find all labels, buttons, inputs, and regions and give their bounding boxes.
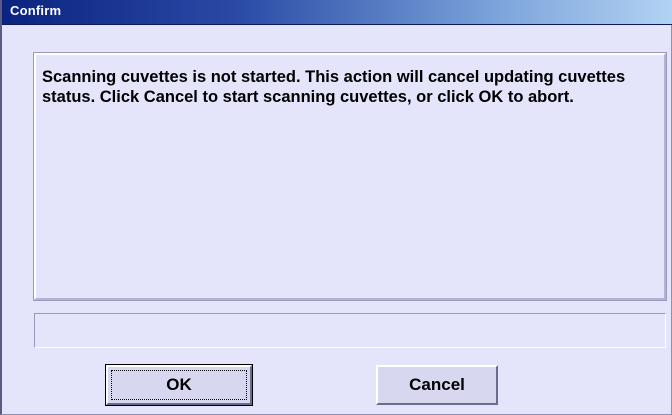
dialog-title: Confirm <box>10 3 62 18</box>
confirm-dialog: Confirm Scanning cuvettes is not started… <box>0 0 672 415</box>
status-bar <box>34 313 666 348</box>
ok-button[interactable]: OK <box>105 364 253 406</box>
cancel-button[interactable]: Cancel <box>376 365 498 405</box>
cancel-button-label: Cancel <box>409 375 465 394</box>
message-panel: Scanning cuvettes is not started. This a… <box>33 52 667 301</box>
message-text: Scanning cuvettes is not started. This a… <box>42 68 626 106</box>
title-bar[interactable]: Confirm <box>2 0 672 25</box>
ok-button-label: OK <box>166 375 192 394</box>
